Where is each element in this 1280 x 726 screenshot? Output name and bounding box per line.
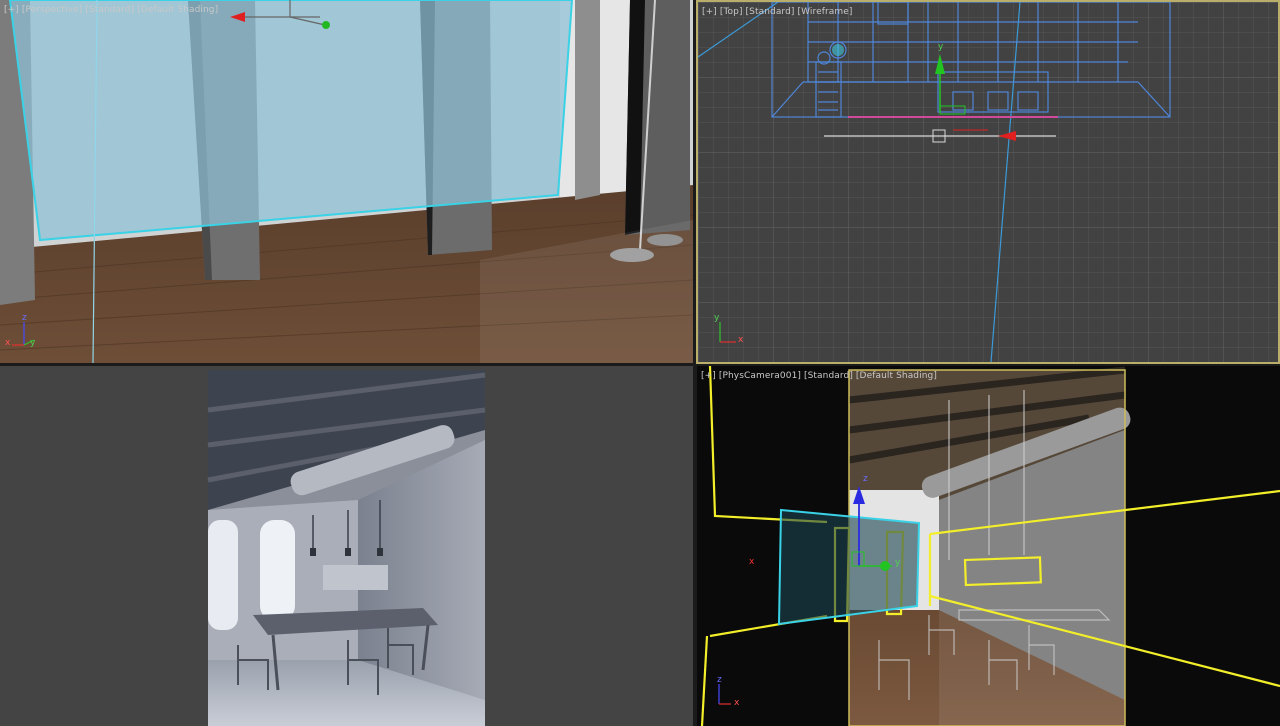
gizmo-y-label: y: [938, 42, 944, 52]
perspective-scene: [0, 0, 693, 363]
axis-x-label: x: [738, 335, 744, 345]
axis-x-label: x: [734, 698, 740, 708]
view-label-camera[interactable]: [PhysCamera001]: [719, 371, 801, 381]
render-mode-standard[interactable]: [Standard]: [85, 5, 134, 15]
viewport-menu-plus[interactable]: [+]: [701, 371, 716, 381]
camera-viewport-label[interactable]: [+] [PhysCamera001] [Standard] [Default …: [701, 371, 937, 381]
top-wireframe-scene: [698, 2, 1278, 362]
top-viewport-label[interactable]: [+] [Top] [Standard] [Wireframe]: [702, 7, 853, 17]
shading-mode-wireframe[interactable]: [Wireframe]: [797, 7, 852, 17]
viewport-menu-plus[interactable]: [+]: [4, 5, 19, 15]
gizmo-y-handle: [322, 21, 330, 29]
render-preview-image: [207, 370, 486, 726]
camera-scene: [700, 366, 1280, 726]
window: [208, 520, 238, 630]
viewport-camera[interactable]: [+] [PhysCamera001] [Standard] [Default …: [697, 366, 1280, 726]
gizmo-y-handle: [880, 561, 890, 571]
perspective-viewport-label[interactable]: [+] [Perspective] [Standard] [Default Sh…: [4, 5, 218, 15]
viewport-perspective[interactable]: [+] [Perspective] [Standard] [Default Sh…: [0, 0, 693, 363]
viewport-top[interactable]: [+] [Top] [Standard] [Wireframe] y y x: [696, 0, 1280, 364]
render-mode-standard[interactable]: [Standard]: [804, 371, 853, 381]
view-label-top[interactable]: [Top]: [720, 7, 743, 17]
gizmo-z-label: z: [863, 474, 868, 484]
viewport-render-preview[interactable]: [0, 366, 693, 726]
window: [260, 520, 295, 620]
shading-mode-default[interactable]: [Default Shading]: [137, 5, 218, 15]
shading-mode-default[interactable]: [Default Shading]: [856, 371, 937, 381]
view-label-perspective[interactable]: [Perspective]: [22, 5, 82, 15]
render-mode-standard[interactable]: [Standard]: [746, 7, 795, 17]
viewport-menu-plus[interactable]: [+]: [702, 7, 717, 17]
gizmo-x-label: x: [749, 557, 755, 567]
axis-x-label: x: [5, 338, 11, 348]
axis-z-label: z: [22, 313, 27, 323]
gizmo-y-label: y: [895, 558, 901, 568]
axis-z-label: z: [717, 675, 722, 685]
axis-y-label: y: [30, 338, 36, 348]
axis-y-label: y: [714, 313, 720, 323]
